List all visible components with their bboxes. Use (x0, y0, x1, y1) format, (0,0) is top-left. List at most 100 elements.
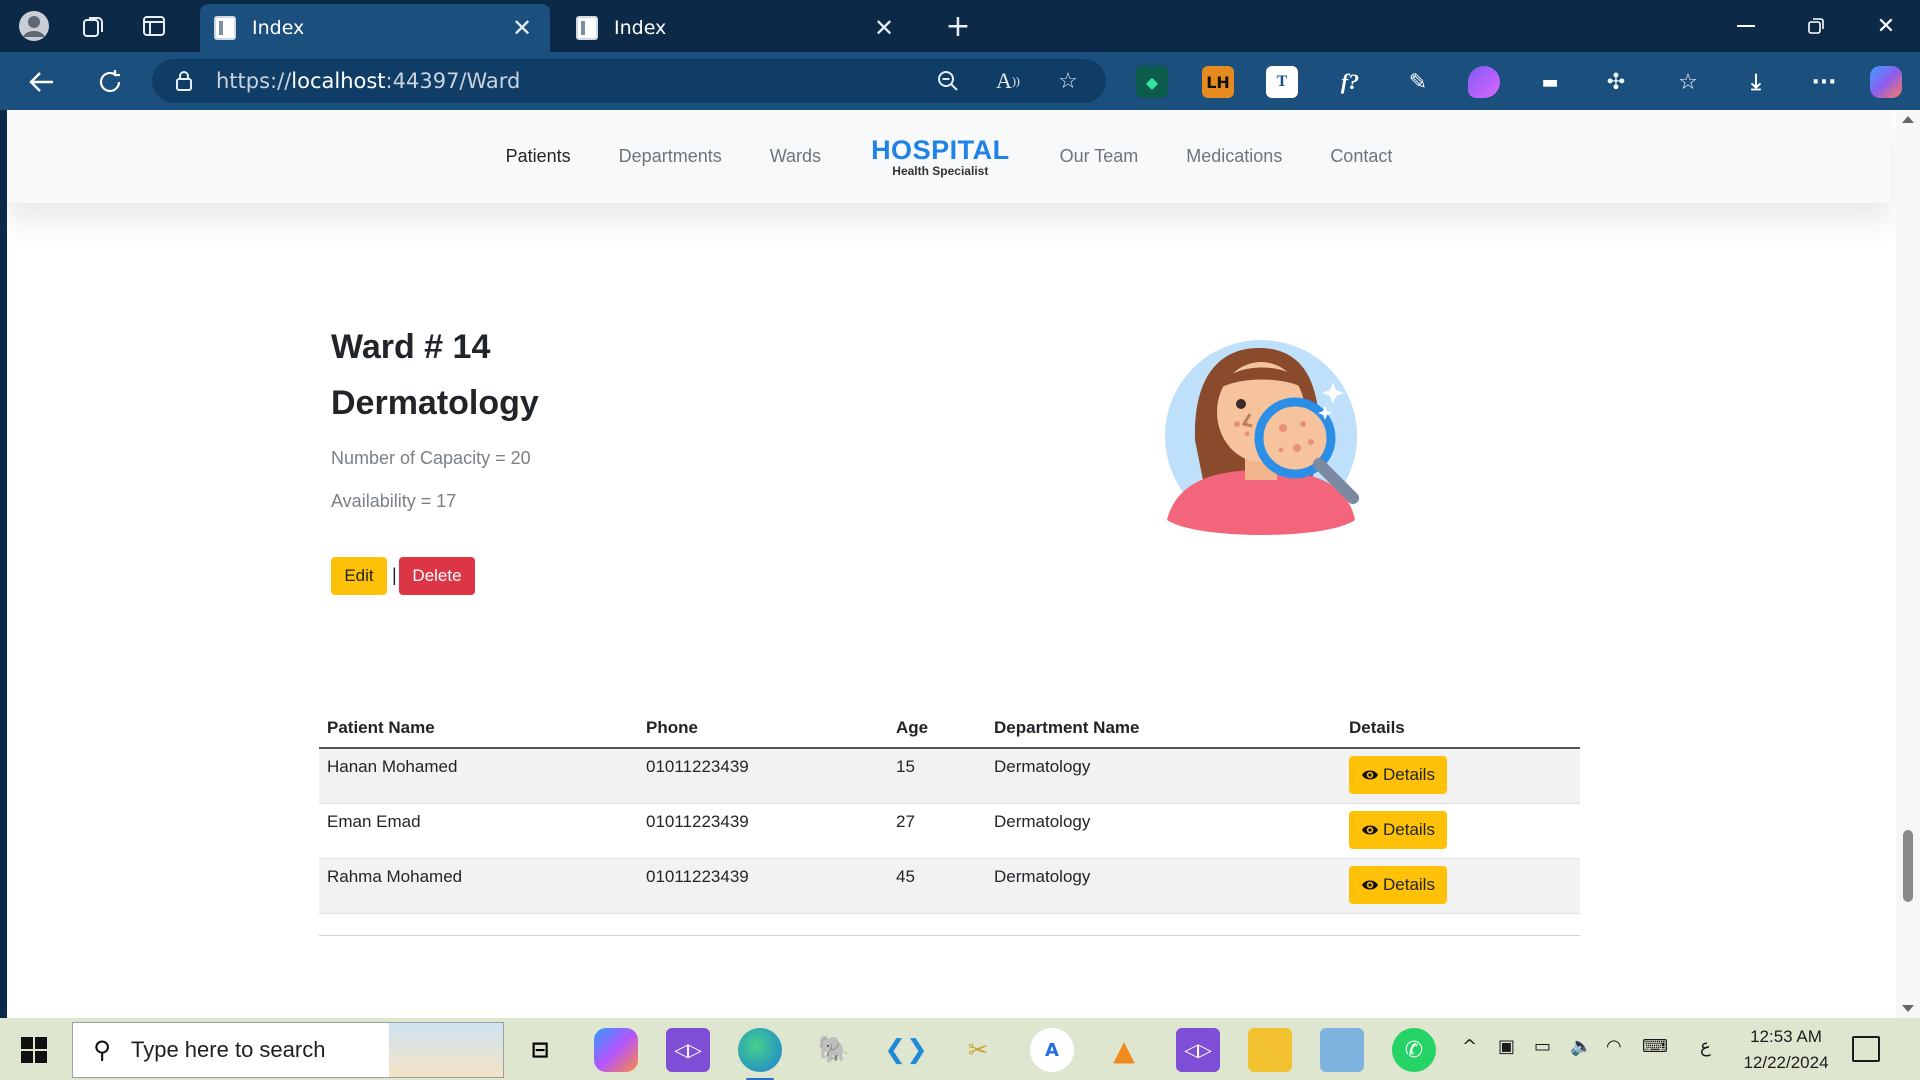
downloads-icon[interactable]: ⤓ (1740, 66, 1772, 98)
extension-icon[interactable]: ◆ (1136, 66, 1168, 98)
details-button[interactable]: Details (1349, 865, 1447, 904)
more-menu-icon[interactable]: ··· (1808, 66, 1840, 98)
notifications-icon[interactable] (1852, 1036, 1880, 1062)
nav-our-team[interactable]: Our Team (1060, 146, 1139, 167)
extension-icon[interactable]: LH (1202, 66, 1234, 98)
restore-icon[interactable] (1782, 6, 1850, 46)
scroll-thumb[interactable] (1903, 830, 1913, 902)
page-scrollbar[interactable] (1896, 110, 1920, 1018)
tab-title: Index (614, 17, 667, 39)
page-icon (214, 16, 236, 40)
postgresql-icon[interactable]: 🐘 (812, 1028, 856, 1072)
clock-date: 12/22/2024 (1743, 1053, 1829, 1072)
age-cell: 27 (888, 803, 986, 859)
patient-name-cell: Eman Emad (319, 803, 638, 859)
refresh-icon[interactable] (88, 60, 132, 104)
details-cell: Details (1341, 858, 1580, 914)
tray-app-icon[interactable]: ▣ (1498, 1036, 1515, 1057)
snipping-tool-icon[interactable]: ✂ (956, 1028, 1000, 1072)
nav-departments[interactable]: Departments (619, 146, 722, 167)
visual-studio-preview-icon[interactable]: ◁▷ (1176, 1028, 1220, 1072)
browser-tab[interactable]: Index ✕ (200, 4, 550, 52)
table-row: Hanan Mohamed 01011223439 15 Dermatology… (319, 748, 1580, 804)
extension-icon[interactable]: T (1266, 66, 1298, 98)
scroll-down-icon[interactable] (1902, 1005, 1914, 1012)
taskbar-search-box[interactable]: ⚲ Type here to search (72, 1022, 504, 1078)
nav-medications[interactable]: Medications (1186, 146, 1282, 167)
volume-icon[interactable]: 🔈 (1570, 1036, 1592, 1057)
keyboard-icon[interactable]: ⌨ (1642, 1036, 1668, 1057)
windows-start-icon[interactable] (12, 1030, 56, 1070)
new-tab-icon[interactable]: + (932, 8, 984, 44)
eyedropper-icon[interactable]: ✎ (1402, 66, 1434, 98)
tab-title: Index (252, 17, 305, 39)
app-store-icon[interactable]: A (1030, 1028, 1074, 1072)
taskbar-clock[interactable]: 12:53 AM 12/22/2024 (1736, 1024, 1836, 1076)
nav-patients[interactable]: Patients (506, 146, 571, 167)
copilot-app-icon[interactable] (594, 1028, 638, 1072)
extensions-puzzle-icon[interactable]: ✣ (1600, 66, 1632, 98)
minimize-icon[interactable] (1712, 6, 1780, 46)
column-header: Age (888, 710, 986, 749)
nav-contact[interactable]: Contact (1330, 146, 1392, 167)
extension-icon[interactable]: f? (1334, 66, 1366, 98)
visual-studio-icon[interactable]: ◁▷ (666, 1028, 710, 1072)
windows-taskbar: ⚲ Type here to search ⊟ ◁▷ 🐘 ❮❯ ✂ A ▲ ◁▷… (0, 1018, 1920, 1080)
favorites-icon[interactable]: ☆ (1672, 66, 1704, 98)
show-hidden-icons-icon[interactable]: ^ (1462, 1036, 1477, 1057)
page-viewport: Patients Departments Wards HOSPITAL Heal… (7, 110, 1896, 1018)
phone-cell: 01011223439 (638, 748, 888, 804)
scroll-up-icon[interactable] (1902, 116, 1914, 123)
favorite-star-icon[interactable]: ☆ (1048, 65, 1088, 97)
task-view-icon[interactable]: ⊟ (518, 1028, 562, 1072)
url-text: https://localhost:44397/Ward (216, 69, 521, 93)
details-label: Details (1383, 765, 1435, 784)
details-label: Details (1383, 874, 1435, 894)
read-aloud-icon[interactable]: A)) (988, 65, 1028, 97)
tab-actions-icon[interactable] (128, 8, 180, 44)
vlc-icon[interactable]: ▲ (1102, 1028, 1146, 1072)
details-cell: Details (1341, 748, 1580, 804)
department-cell: Dermatology (986, 748, 1341, 804)
divider (319, 935, 1580, 936)
profile-icon[interactable] (8, 8, 60, 44)
site-brand[interactable]: HOSPITAL Health Specialist (871, 136, 1010, 178)
column-header: Phone (638, 710, 888, 749)
lock-icon[interactable] (152, 70, 216, 92)
extension-icon[interactable] (1468, 66, 1500, 98)
address-bar[interactable]: https://localhost:44397/Ward A)) ☆ (152, 59, 1106, 103)
details-label: Details (1383, 819, 1435, 839)
whatsapp-icon[interactable]: ✆ (1392, 1028, 1436, 1072)
details-cell: Details (1341, 803, 1580, 859)
edge-browser-icon[interactable] (738, 1028, 782, 1080)
search-highlight-image (389, 1023, 503, 1077)
notepad-icon[interactable] (1320, 1028, 1364, 1072)
details-button[interactable]: Details (1349, 810, 1447, 849)
delete-button[interactable]: Delete (399, 557, 475, 595)
column-header: Department Name (986, 710, 1341, 749)
copilot-icon[interactable] (1870, 66, 1902, 98)
edit-button[interactable]: Edit (331, 557, 387, 595)
address-toolbar: https://localhost:44397/Ward A)) ☆ ◆ LH … (0, 52, 1920, 110)
close-window-icon[interactable]: ✕ (1852, 6, 1920, 46)
details-button[interactable]: Details (1349, 756, 1447, 794)
close-tab-icon[interactable]: ✕ (870, 14, 898, 42)
vscode-icon[interactable]: ❮❯ (884, 1028, 928, 1072)
site-navbar: Patients Departments Wards HOSPITAL Heal… (7, 110, 1891, 203)
battery-icon[interactable]: ▭ (1534, 1036, 1551, 1057)
close-tab-icon[interactable]: ✕ (508, 14, 536, 42)
dermatology-illustration (1165, 340, 1359, 535)
browser-tab[interactable]: Index ✕ (562, 4, 912, 52)
workspaces-icon[interactable] (68, 8, 120, 44)
file-explorer-icon[interactable] (1248, 1028, 1292, 1072)
nav-wards[interactable]: Wards (770, 146, 821, 167)
patient-name-cell: Hanan Mohamed (319, 748, 638, 804)
eye-icon (1362, 770, 1378, 780)
zoom-out-icon[interactable] (928, 65, 968, 97)
extension-icon[interactable]: ▬ (1534, 66, 1566, 98)
wifi-icon[interactable]: ◠ (1606, 1036, 1622, 1057)
back-icon[interactable] (20, 60, 64, 104)
brand-subtitle: Health Specialist (892, 163, 989, 178)
table-row: Rahma Mohamed 01011223439 45 Dermatology… (319, 858, 1580, 914)
input-language[interactable]: ع (1700, 1036, 1711, 1057)
